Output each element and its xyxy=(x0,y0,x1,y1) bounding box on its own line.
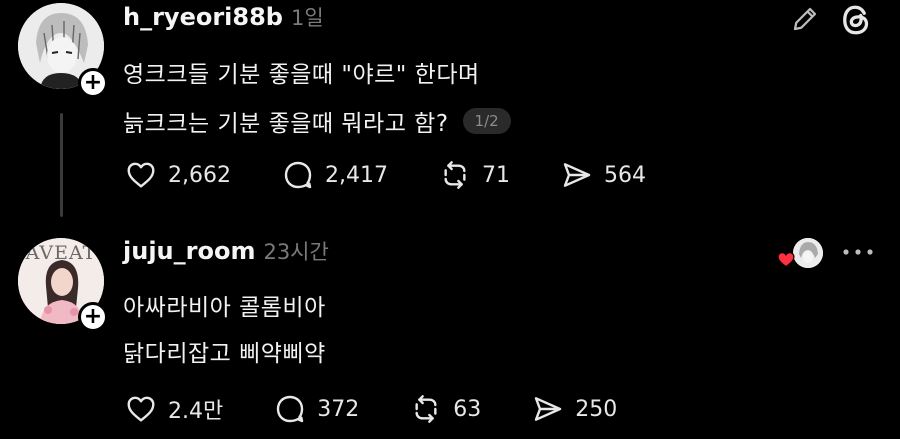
heart-icon xyxy=(127,162,155,188)
comment-count: 372 xyxy=(317,396,360,422)
liked-by-author[interactable] xyxy=(776,238,826,272)
comment-button[interactable]: 2,417 xyxy=(281,159,388,191)
post-text-line-1: 영크크들 기분 좋을때 "야르" 한다며 xyxy=(123,62,480,88)
like-button[interactable]: 2.4만 xyxy=(124,393,223,425)
heart-icon xyxy=(127,396,155,422)
post-time: 23시간 xyxy=(263,240,329,264)
share-button[interactable]: 250 xyxy=(531,393,617,425)
action-bar: 2,662 2,417 71 564 xyxy=(124,159,646,191)
post-header: juju_room 23시간 xyxy=(123,236,329,266)
post-header: h_ryeori88b 1일 xyxy=(123,2,324,32)
send-icon xyxy=(563,163,591,187)
share-count: 564 xyxy=(603,162,646,188)
post-text-line-1: 아싸라비아 콜롬비아 xyxy=(123,295,326,321)
follow-plus-button[interactable]: + xyxy=(78,68,108,98)
repost-count: 63 xyxy=(453,396,482,422)
username[interactable]: juju_room xyxy=(123,237,255,265)
more-icon[interactable] xyxy=(840,242,876,266)
post-text-line-2: 닭다리잡고 삐약삐약 xyxy=(123,341,326,367)
repost-icon xyxy=(444,161,466,189)
red-heart-icon xyxy=(777,252,795,268)
repost-button[interactable]: 71 xyxy=(438,159,510,191)
post-time: 1일 xyxy=(290,6,324,30)
comment-button[interactable]: 372 xyxy=(273,393,359,425)
follow-plus-button[interactable]: + xyxy=(78,302,108,332)
share-count: 250 xyxy=(575,396,618,422)
action-bar: 2.4만 372 63 250 xyxy=(124,393,617,425)
repost-button[interactable]: 63 xyxy=(409,393,481,425)
like-count: 2.4만 xyxy=(168,399,224,424)
post-text-line-2: 늙크크는 기분 좋을때 뭐라고 함? xyxy=(123,111,449,137)
like-count: 2,662 xyxy=(168,162,231,188)
comment-icon xyxy=(284,161,312,189)
page-indicator: 1/2 xyxy=(462,108,511,134)
like-button[interactable]: 2,662 xyxy=(124,159,231,191)
avatar-watermark-text: AVEAT xyxy=(25,242,97,264)
repost-count: 71 xyxy=(481,162,510,188)
thread-line xyxy=(60,113,63,217)
author-avatar xyxy=(793,238,823,268)
post-text-row-2: 늙크크는 기분 좋을때 뭐라고 함? 1/2 xyxy=(123,104,511,138)
share-button[interactable]: 564 xyxy=(560,159,646,191)
repost-icon xyxy=(415,395,437,423)
threads-logo-icon[interactable] xyxy=(838,2,874,42)
send-icon xyxy=(535,397,562,421)
username[interactable]: h_ryeori88b xyxy=(123,3,283,31)
pencil-icon[interactable] xyxy=(790,4,820,38)
comment-icon xyxy=(277,395,304,423)
comment-count: 2,417 xyxy=(324,162,388,188)
